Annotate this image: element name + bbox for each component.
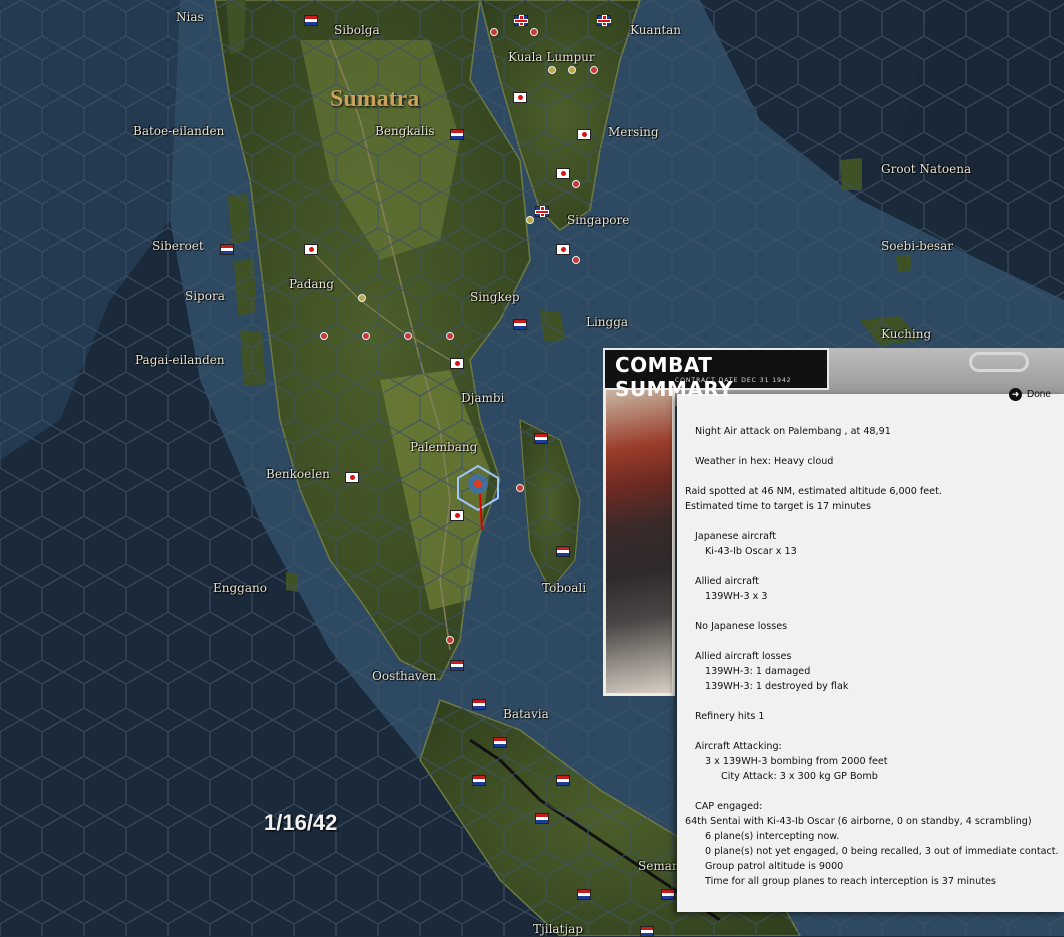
japanese-flag-icon[interactable]: [577, 129, 591, 140]
place-label-padang[interactable]: Padang: [289, 277, 334, 291]
dutch-flag-icon[interactable]: [450, 660, 464, 671]
dutch-flag-icon[interactable]: [556, 546, 570, 557]
report-line: Ki-43-Ib Oscar x 13: [705, 546, 797, 557]
report-line: Weather in hex: Heavy cloud: [695, 456, 834, 467]
panel-subtitle: CONTRACT DATE DEC 31 1942: [675, 377, 792, 384]
report-line: Aircraft Attacking:: [695, 741, 782, 752]
place-label-kuala-lumpur[interactable]: Kuala Lumpur: [508, 50, 595, 64]
british-flag-icon[interactable]: [535, 206, 549, 217]
report-line: Refinery hits 1: [695, 711, 765, 722]
airbase-icon[interactable]: [568, 66, 576, 74]
report-line: 0 plane(s) not yet engaged, 0 being reca…: [705, 846, 1059, 857]
place-label-batavia[interactable]: Batavia: [503, 707, 549, 721]
airbase-icon[interactable]: [516, 484, 524, 492]
report-line: City Attack: 3 x 300 kg GP Bomb: [721, 771, 878, 782]
british-flag-icon[interactable]: [597, 15, 611, 26]
report-line: 139WH-3: 1 damaged: [705, 666, 811, 677]
combat-summary-panel: Night Air attack on Palembang , at 48,91…: [603, 348, 1064, 936]
place-label-siberoet[interactable]: Siberoet: [152, 239, 204, 253]
report-photo: [603, 386, 675, 696]
report-line: Allied aircraft: [695, 576, 759, 587]
report-line: CAP engaged:: [695, 801, 763, 812]
report-line: Estimated time to target is 17 minutes: [685, 501, 871, 512]
airbase-icon[interactable]: [548, 66, 556, 74]
place-label-pagai-eilanden[interactable]: Pagai-eilanden: [135, 353, 225, 367]
japanese-flag-icon[interactable]: [450, 510, 464, 521]
dutch-flag-icon[interactable]: [220, 244, 234, 255]
report-line: Group patrol altitude is 9000: [705, 861, 844, 872]
airbase-icon[interactable]: [572, 256, 580, 264]
place-label-nias[interactable]: Nias: [176, 10, 204, 24]
airbase-icon[interactable]: [404, 332, 412, 340]
dutch-flag-icon[interactable]: [534, 433, 548, 444]
place-label-sibolga[interactable]: Sibolga: [334, 23, 380, 37]
dutch-flag-icon[interactable]: [513, 319, 527, 330]
airbase-icon[interactable]: [490, 28, 498, 36]
dutch-flag-icon[interactable]: [535, 813, 549, 824]
report-line: No Japanese losses: [695, 621, 788, 632]
airbase-icon[interactable]: [590, 66, 598, 74]
region-label: Sumatra: [330, 86, 420, 112]
place-label-oosthaven[interactable]: Oosthaven: [372, 669, 437, 683]
dutch-flag-icon[interactable]: [450, 129, 464, 140]
combat-report-text: Night Air attack on Palembang , at 48,91…: [685, 424, 1059, 889]
place-label-tjilatjap[interactable]: Tjilatjap: [533, 922, 583, 936]
airbase-icon[interactable]: [526, 216, 534, 224]
arrow-right-icon: ➜: [1009, 388, 1022, 401]
airbase-icon[interactable]: [446, 332, 454, 340]
report-paper: Night Air attack on Palembang , at 48,91…: [677, 394, 1064, 912]
dutch-flag-icon[interactable]: [304, 15, 318, 26]
report-line: 139WH-3 x 3: [705, 591, 768, 602]
place-label-toboali[interactable]: Toboali: [542, 581, 586, 595]
place-label-singkep[interactable]: Singkep: [470, 290, 520, 304]
british-flag-icon[interactable]: [514, 15, 528, 26]
airbase-icon[interactable]: [362, 332, 370, 340]
place-label-djambi[interactable]: Djambi: [461, 391, 504, 405]
place-label-palembang[interactable]: Palembang: [410, 440, 477, 454]
airbase-icon[interactable]: [320, 332, 328, 340]
japanese-flag-icon[interactable]: [304, 244, 318, 255]
place-label-singapore[interactable]: Singapore: [567, 213, 629, 227]
dutch-flag-icon[interactable]: [472, 699, 486, 710]
japanese-flag-icon[interactable]: [556, 244, 570, 255]
done-label: Done: [1027, 389, 1051, 400]
place-label-mersing[interactable]: Mersing: [608, 125, 659, 139]
airbase-icon[interactable]: [530, 28, 538, 36]
place-label-groot-natoena[interactable]: Groot Natoena: [881, 162, 971, 176]
report-line: Night Air attack on Palembang , at 48,91: [695, 426, 891, 437]
japanese-flag-icon[interactable]: [513, 92, 527, 103]
dutch-flag-icon[interactable]: [556, 775, 570, 786]
place-label-batoe-eilanden[interactable]: Batoe-eilanden: [133, 124, 224, 138]
airbase-icon[interactable]: [446, 636, 454, 644]
place-label-soebi-besar[interactable]: Soebi-besar: [881, 239, 953, 253]
report-line: 6 plane(s) intercepting now.: [705, 831, 840, 842]
report-line: Allied aircraft losses: [695, 651, 792, 662]
japanese-flag-icon[interactable]: [345, 472, 359, 483]
report-line: Time for all group planes to reach inter…: [705, 876, 996, 887]
game-date: 1/16/42: [264, 810, 338, 835]
report-line: Japanese aircraft: [695, 531, 776, 542]
place-label-benkoelen[interactable]: Benkoelen: [266, 467, 330, 481]
place-label-sipora[interactable]: Sipora: [185, 289, 225, 303]
done-button[interactable]: ➜ Done: [1009, 388, 1051, 401]
place-label-kuching[interactable]: Kuching: [881, 327, 931, 341]
place-label-bengkalis[interactable]: Bengkalis: [375, 124, 435, 138]
place-label-enggano[interactable]: Enggano: [213, 581, 267, 595]
report-line: 64th Sentai with Ki-43-Ib Oscar (6 airbo…: [685, 816, 1032, 827]
report-line: Raid spotted at 46 NM, estimated altitud…: [685, 486, 942, 497]
place-label-kuantan[interactable]: Kuantan: [630, 23, 681, 37]
japanese-flag-icon[interactable]: [450, 358, 464, 369]
dutch-flag-icon[interactable]: [577, 889, 591, 900]
clip-ring-icon: [969, 352, 1029, 372]
dutch-flag-icon[interactable]: [493, 737, 507, 748]
report-line: 3 x 139WH-3 bombing from 2000 feet: [705, 756, 888, 767]
japanese-flag-icon[interactable]: [556, 168, 570, 179]
report-line: 139WH-3: 1 destroyed by flak: [705, 681, 849, 692]
place-label-lingga[interactable]: Lingga: [586, 315, 628, 329]
dutch-flag-icon[interactable]: [472, 775, 486, 786]
airbase-icon[interactable]: [572, 180, 580, 188]
airbase-icon[interactable]: [358, 294, 366, 302]
combat-summary-header: COMBAT SUMMARY CONTRACT DATE DEC 31 1942: [603, 348, 829, 401]
